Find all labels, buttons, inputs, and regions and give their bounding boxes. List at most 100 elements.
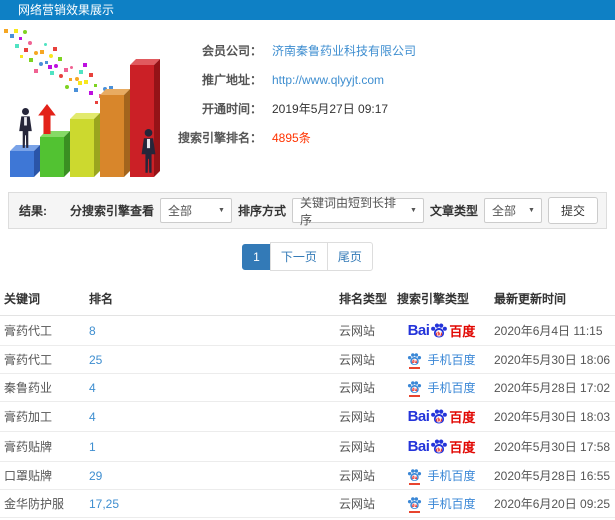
col-rank: 排名 (85, 282, 335, 316)
mobile-baidu-paw-icon: du (407, 352, 422, 369)
rank-link[interactable]: 29 (89, 469, 102, 483)
rank-type-cell: 云网站 (335, 373, 393, 402)
rank-cell: 4 (85, 373, 335, 402)
rank-cell: 1 (85, 431, 335, 462)
baidu-paw-icon: du (408, 381, 422, 393)
sort-select[interactable]: 关键词由短到长排序 ▼ (291, 196, 424, 227)
company-link[interactable]: 济南秦鲁药业科技有限公司 (272, 42, 416, 59)
filter-controls: 分搜索引擎查看 全部 ▼ 排序方式 关键词由短到长排序 ▼ 文章类型 全部 ▼ … (69, 196, 598, 227)
keyword-cell: 口罩贴牌 (0, 461, 85, 490)
ranking-count-value: 4895条 (272, 131, 311, 145)
rank-type-cell: 云网站 (335, 489, 393, 518)
baidu-logo: Bai du 百度 (407, 438, 476, 455)
rank-type-cell: 云网站 (335, 461, 393, 490)
col-rank-type: 排名类型 (335, 282, 393, 316)
confetti-dot (29, 58, 34, 63)
svg-text:du: du (412, 359, 418, 364)
table-row: 口罩贴牌 29 云网站 du 手机百度 2020年5月28日 16:55 (0, 461, 615, 490)
bar-orange (100, 95, 124, 177)
next-page-button[interactable]: 下一页 (269, 242, 328, 271)
page-title: 网络营销效果展示 (18, 3, 115, 17)
svg-text:du: du (436, 331, 443, 337)
svg-text:du: du (412, 475, 418, 480)
rank-type-cell: 云网站 (335, 431, 393, 462)
sort-select-value: 关键词由短到长排序 (299, 195, 396, 227)
table-row: 膏药加工 4 云网站 Bai du 百度 2020年5月30日 18:03 (0, 401, 615, 432)
svg-text:du: du (436, 417, 443, 423)
submit-button[interactable]: 提交 (547, 197, 598, 224)
mobile-baidu-logo: du 手机百度 (407, 467, 476, 485)
mobile-baidu-logo: du 手机百度 (407, 351, 476, 369)
updated-cell: 2020年6月4日 11:15 (490, 315, 615, 346)
rank-link[interactable]: 4 (89, 381, 96, 395)
rank-link[interactable]: 8 (89, 324, 96, 338)
keyword-cell: 膏药代工 (0, 345, 85, 374)
confetti-dot (24, 47, 29, 52)
engine-cell: Bai du 百度 (393, 315, 490, 346)
titlebar: 网络营销效果展示 (0, 0, 615, 20)
rank-cell: 25 (85, 345, 335, 374)
keyword-cell: 膏药加工 (0, 401, 85, 432)
chevron-down-icon: ▼ (528, 207, 535, 214)
keyword-cell: 膏药代工 (0, 315, 85, 346)
article-type-select[interactable]: 全部 ▼ (483, 198, 542, 223)
confetti-dot (4, 29, 9, 33)
col-updated: 最新更新时间 (490, 282, 615, 316)
businessman-figure-right (137, 128, 160, 176)
baidu-paw-icon: du (408, 497, 422, 509)
company-label: 会员公司： (201, 44, 262, 58)
confetti-dot (43, 43, 47, 47)
svg-text:du: du (412, 387, 418, 392)
updated-cell: 2020年5月30日 18:03 (490, 401, 615, 432)
confetti-dot (58, 57, 63, 62)
baidu-paw-icon: du (431, 409, 448, 423)
rank-type-cell: 云网站 (335, 315, 393, 346)
rank-link[interactable]: 25 (89, 353, 102, 367)
company-info-panel: 会员公司： 济南秦鲁药业科技有限公司 推广地址： http://www.qlyy… (174, 28, 615, 182)
rank-cell: 29 (85, 461, 335, 490)
rank-link[interactable]: 1 (89, 440, 96, 454)
svg-text:du: du (436, 447, 443, 453)
confetti-dot (53, 46, 58, 51)
bar-blue (10, 151, 34, 177)
col-engine-type: 搜索引擎类型 (393, 282, 490, 316)
confetti-dot (19, 54, 23, 58)
table-row: 膏药代工 8 云网站 Bai du 百度 2020年6月4日 11:15 (0, 315, 615, 346)
engine-cell: du手机百度 (393, 489, 490, 518)
confetti-dot (13, 29, 18, 33)
baidu-logo: Bai du 百度 (407, 408, 476, 425)
mobile-baidu-paw-icon: du (407, 468, 422, 485)
keyword-cell: 秦鲁药业 (0, 373, 85, 402)
promo-url-link[interactable]: http://www.qlyyjt.com (272, 73, 384, 87)
chevron-down-icon: ▼ (410, 207, 417, 214)
bar-chart-illustration (0, 28, 174, 180)
bar-yellow (70, 119, 94, 177)
engine-filter-label: 分搜索引擎查看 (69, 204, 154, 218)
confetti-dot (18, 37, 22, 41)
updated-cell: 2020年5月30日 18:06 (490, 345, 615, 374)
info-row-company: 会员公司： 济南秦鲁药业科技有限公司 (174, 36, 615, 65)
table-row: 秦鲁药业 4 云网站 du 手机百度 2020年5月28日 17:02 (0, 373, 615, 402)
rank-link[interactable]: 4 (89, 410, 96, 424)
results-table: 关键词 排名 排名类型 搜索引擎类型 最新更新时间 膏药代工 8 云网站 Bai… (0, 282, 615, 520)
results-table-body: 膏药代工 8 云网站 Bai du 百度 2020年6月4日 11:15 膏药代工… (0, 315, 615, 520)
table-header-row: 关键词 排名 排名类型 搜索引擎类型 最新更新时间 (0, 282, 615, 316)
last-page-button[interactable]: 尾页 (326, 242, 373, 271)
keyword-cell: 膏药贴牌 (0, 431, 85, 462)
chevron-down-icon: ▼ (218, 207, 225, 214)
confetti-dot (49, 53, 54, 58)
table-row: 金华防护服 17,25 云网站 du 手机百度 2020年6月20日 09:25 (0, 489, 615, 518)
mobile-baidu-paw-icon: du (407, 380, 422, 397)
rank-link[interactable]: 17,25 (89, 497, 119, 511)
confetti-dot (33, 51, 38, 56)
rank-type-cell: 云网站 (335, 401, 393, 432)
rank-cell: 8 (85, 315, 335, 346)
bar-green (40, 137, 64, 177)
engine-select-value: 全部 (167, 204, 192, 218)
baidu-paw-icon: du (408, 353, 422, 365)
sort-filter-label: 排序方式 (237, 204, 286, 218)
engine-select[interactable]: 全部 ▼ (159, 198, 232, 223)
page-1-button[interactable]: 1 (242, 244, 271, 270)
confetti-dot (14, 44, 19, 49)
baidu-paw-icon: du (431, 439, 448, 453)
